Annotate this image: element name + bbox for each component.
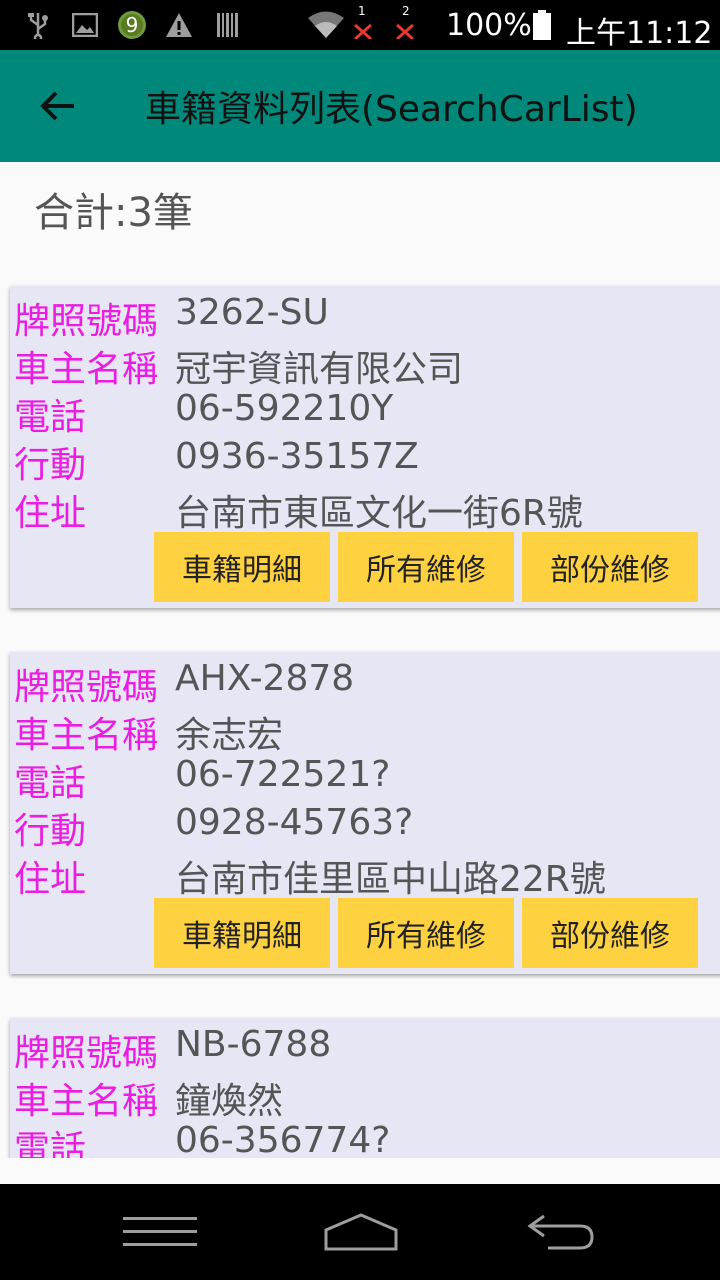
back-arrow-icon[interactable]: [30, 78, 86, 134]
battery-percent: 100%: [446, 8, 532, 43]
phone-value: 06-356774?: [175, 1120, 391, 1158]
phone-value: 06-592210Y: [175, 388, 394, 429]
mobile-row: 行動 0928-45763?: [10, 800, 720, 852]
phone-label: 電話: [14, 763, 87, 804]
plate-label: 牌照號碼: [14, 301, 159, 342]
plate-value: AHX-2878: [175, 658, 355, 699]
navigation-bar: [0, 1184, 720, 1280]
wifi-icon: [306, 10, 346, 40]
address-label: 住址: [14, 493, 87, 534]
phone-row: 電話 06-592210Y: [10, 386, 720, 438]
total-count: 合計:3筆: [34, 190, 193, 236]
partial-repairs-button[interactable]: 部份維修: [522, 898, 698, 968]
car-card: 牌照號碼 AHX-2878 車主名稱 余志宏 電話 06-722521? 行動 …: [10, 652, 720, 974]
badge-icon: 9: [116, 10, 148, 40]
car-detail-button[interactable]: 車籍明細: [154, 532, 330, 602]
mobile-row: 行動 0936-35157Z: [10, 434, 720, 486]
owner-label: 車主名稱: [14, 1081, 159, 1122]
plate-label: 牌照號碼: [14, 667, 159, 708]
warning-icon: [164, 10, 194, 40]
sim1-label: 1: [358, 4, 366, 18]
address-value: 台南市佳里區中山路22R號: [175, 859, 606, 900]
home-icon[interactable]: [306, 1202, 416, 1262]
card-actions: 車籍明細 所有維修 部份維修: [10, 530, 720, 620]
menu-icon[interactable]: [105, 1202, 215, 1262]
car-card: 牌照號碼 3262-SU 車主名稱 冠宇資訊有限公司 電話 06-592210Y…: [10, 286, 720, 608]
address-value: 台南市東區文化一街6R號: [175, 493, 583, 534]
card-actions: 車籍明細 所有維修 部份維修: [10, 896, 720, 986]
phone-value: 06-722521?: [175, 754, 391, 795]
plate-row: 牌照號碼 AHX-2878: [10, 656, 720, 708]
owner-row: 車主名稱 冠宇資訊有限公司: [10, 338, 720, 390]
owner-value: 鐘煥然: [175, 1081, 284, 1122]
address-label: 住址: [14, 859, 87, 900]
barcode-icon: [214, 10, 242, 40]
owner-value: 余志宏: [175, 715, 284, 756]
address-row: 住址 台南市東區文化一街6R號: [10, 482, 720, 534]
back-icon[interactable]: [506, 1202, 616, 1262]
owner-value: 冠宇資訊有限公司: [175, 349, 464, 390]
mobile-label: 行動: [14, 445, 87, 486]
status-bar: 9 1 2 100% 上午11:12: [0, 0, 720, 51]
plate-value: 3262-SU: [175, 292, 329, 333]
badge-number: 9: [125, 13, 139, 37]
sim2-label: 2: [402, 4, 410, 18]
phone-row: 電話 06-722521?: [10, 752, 720, 804]
mobile-value: 0928-45763?: [175, 802, 414, 843]
all-repairs-button[interactable]: 所有維修: [338, 898, 514, 968]
image-icon: [70, 10, 100, 40]
plate-label: 牌照號碼: [14, 1033, 159, 1074]
phone-label: 電話: [14, 397, 87, 438]
app-bar: 車籍資料列表(SearchCarList): [0, 50, 720, 162]
mobile-value: 0936-35157Z: [175, 436, 419, 477]
all-repairs-button[interactable]: 所有維修: [338, 532, 514, 602]
phone-label: 電話: [14, 1129, 87, 1158]
owner-label: 車主名稱: [14, 715, 159, 756]
battery-icon: [532, 10, 552, 40]
mobile-label: 行動: [14, 811, 87, 852]
plate-row: 牌照號碼 NB-6788: [10, 1022, 720, 1074]
owner-label: 車主名稱: [14, 349, 159, 390]
usb-icon: [24, 10, 52, 40]
plate-row: 牌照號碼 3262-SU: [10, 290, 720, 342]
car-detail-button[interactable]: 車籍明細: [154, 898, 330, 968]
car-card: 牌照號碼 NB-6788 車主名稱 鐘煥然 電話 06-356774?: [10, 1018, 720, 1158]
owner-row: 車主名稱 鐘煥然: [10, 1070, 720, 1122]
plate-value: NB-6788: [175, 1024, 332, 1065]
address-row: 住址 台南市佳里區中山路22R號: [10, 848, 720, 900]
phone-row: 電話 06-356774?: [10, 1118, 720, 1158]
car-list[interactable]: 合計:3筆 牌照號碼 3262-SU 車主名稱 冠宇資訊有限公司 電話 06-5…: [0, 162, 720, 1158]
page-title: 車籍資料列表(SearchCarList): [145, 89, 638, 130]
owner-row: 車主名稱 余志宏: [10, 704, 720, 756]
clock: 上午11:12: [566, 16, 713, 51]
partial-repairs-button[interactable]: 部份維修: [522, 532, 698, 602]
